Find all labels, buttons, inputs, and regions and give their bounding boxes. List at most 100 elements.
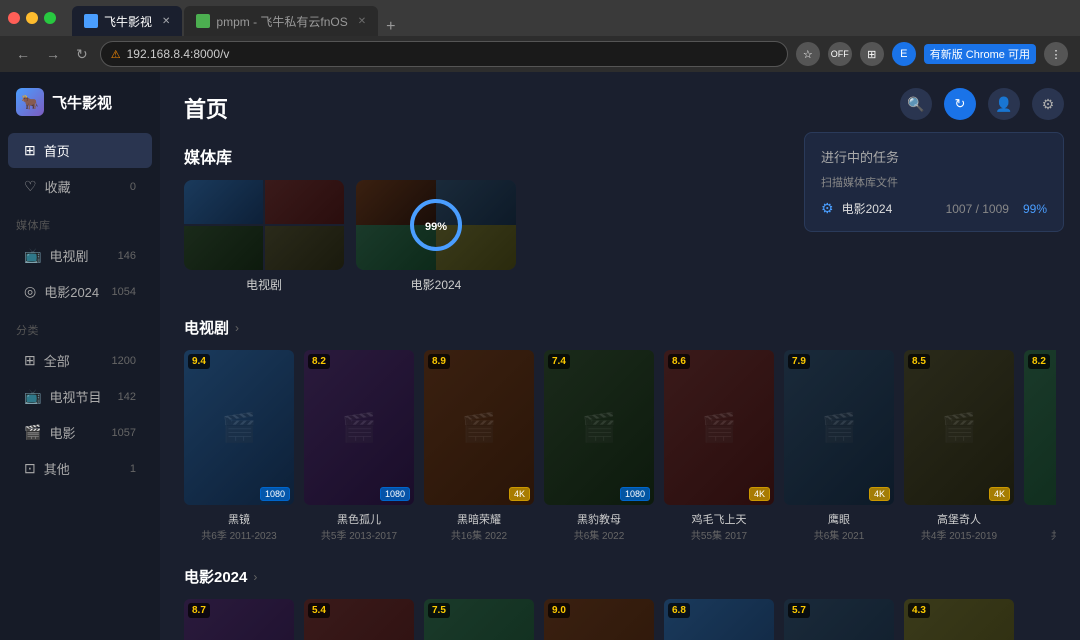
- tv-show-meta: 共6季 2011-2023: [184, 527, 294, 542]
- tv-show-rating: 8.2: [308, 354, 330, 369]
- library-card-movies2024[interactable]: 99% 电影2024: [356, 180, 516, 293]
- settings-icon[interactable]: ⚙: [1032, 88, 1064, 120]
- tv-show-badge: 1080: [380, 487, 410, 501]
- reload-button[interactable]: ↻: [72, 44, 92, 65]
- movie-poster: 🎬 5.7: [784, 599, 894, 640]
- app-container: 🐂 飞牛影视 ⊞ 首页 ♡ 收藏 0 媒体库 📺 电视剧 146 ◎ 电影202…: [0, 72, 1080, 640]
- back-button[interactable]: ←: [12, 44, 34, 64]
- browser-titlebar: 飞牛影视 ✕ pmpm - 飞牛私有云fnOS ✕ +: [0, 0, 1080, 36]
- tv2-icon: 📺: [24, 388, 41, 405]
- tab-favicon-pmpm: [196, 14, 210, 28]
- sidebar-item-tvprograms[interactable]: 📺 电视节目 142: [8, 379, 152, 414]
- sidebar-item-movies[interactable]: 🎬 电影 1057: [8, 415, 152, 450]
- movie-poster: 🎬 7.5: [424, 599, 534, 640]
- tv-show-rating: 8.9: [428, 354, 450, 369]
- tab-pmpm[interactable]: pmpm - 飞牛私有云fnOS ✕: [184, 6, 378, 36]
- tv-show-poster: 🎬 8.2 1080: [304, 350, 414, 505]
- heart-icon: ♡: [24, 178, 37, 195]
- sidebar-item-favorites[interactable]: ♡ 收藏 0: [8, 169, 152, 204]
- sidebar-item-tvshows[interactable]: 📺 电视剧 146: [8, 238, 152, 273]
- sidebar-item-home[interactable]: ⊞ 首页: [8, 133, 152, 168]
- movie-card[interactable]: 🎬 9.0 龙猫: [544, 599, 654, 640]
- sidebar-item-movies2024[interactable]: ◎ 电影2024 1054: [8, 274, 152, 309]
- sync-icon[interactable]: ↻: [944, 88, 976, 120]
- tv-show-title: 风吹半夏: [1024, 511, 1056, 527]
- film-icon: 🎬: [24, 424, 41, 441]
- tv-show-poster: 🎬 8.2 4K: [1024, 350, 1056, 505]
- tab-close-feiniu[interactable]: ✕: [162, 16, 170, 27]
- library-thumb-1: [184, 180, 263, 224]
- sidebar-item-favorites-label: 收藏: [45, 177, 71, 196]
- tv-show-card[interactable]: 🎬 7.4 1080 黑豹教母 共6集 2022: [544, 350, 654, 542]
- tv-show-card[interactable]: 🎬 8.9 4K 黑暗荣耀 共16集 2022: [424, 350, 534, 542]
- library-section-header: 媒体库: [0, 205, 160, 237]
- browser-tabs: 飞牛影视 ✕ pmpm - 飞牛私有云fnOS ✕ +: [72, 0, 1072, 36]
- movies-section-arrow[interactable]: ›: [253, 570, 257, 584]
- tv-show-card[interactable]: 🎬 8.5 4K 高堡奇人 共4季 2015-2019: [904, 350, 1014, 542]
- sidebar-item-movies-label: 电影: [49, 423, 75, 442]
- movie-card[interactable]: 🎬 4.3 曝光行动: [904, 599, 1014, 640]
- tv-show-card[interactable]: 🎬 8.6 4K 鸡毛飞上天 共55集 2017: [664, 350, 774, 542]
- tv-show-rating: 7.9: [788, 354, 810, 369]
- movie-rating: 4.3: [908, 603, 930, 618]
- tab-feiniu[interactable]: 飞牛影视 ✕: [72, 6, 182, 36]
- tv-show-card[interactable]: 🎬 8.2 1080 黑色孤儿 共5季 2013-2017: [304, 350, 414, 542]
- tv-show-rating: 8.5: [908, 354, 930, 369]
- task-percent: 99%: [1023, 202, 1047, 216]
- library-card-tvshows[interactable]: 电视剧: [184, 180, 344, 293]
- tv-show-card[interactable]: 🎬 9.4 1080 黑镜 共6季 2011-2023: [184, 350, 294, 542]
- tab-close-pmpm[interactable]: ✕: [358, 16, 366, 27]
- window-maximize-button[interactable]: [44, 12, 56, 24]
- new-tab-button[interactable]: +: [380, 18, 401, 36]
- menu-button[interactable]: ⋮: [1044, 42, 1068, 66]
- forward-button[interactable]: →: [42, 44, 64, 64]
- task-popup-title: 进行中的任务: [821, 147, 1047, 166]
- window-minimize-button[interactable]: [26, 12, 38, 24]
- tv-show-meta: 共36集 2022: [1024, 527, 1056, 542]
- disc-icon: ◎: [24, 283, 36, 300]
- sidebar-item-home-label: 首页: [44, 141, 70, 160]
- window-close-button[interactable]: [8, 12, 20, 24]
- tv-show-badge: 1080: [260, 487, 290, 501]
- tab-label-feiniu: 飞牛影视: [104, 13, 152, 30]
- sidebar-item-all[interactable]: ⊞ 全部 1200: [8, 343, 152, 378]
- tv-show-card[interactable]: 🎬 7.9 4K 鹰眼 共6集 2021: [784, 350, 894, 542]
- tv-show-rating: 7.4: [548, 354, 570, 369]
- sidebar-item-other[interactable]: ⊡ 其他 1: [8, 451, 152, 486]
- tv-show-title: 黑色孤儿: [304, 511, 414, 527]
- movie-card[interactable]: 🎬 8.7 黑客帝国：矩阵重装: [184, 599, 294, 640]
- top-action-icons: 🔍 ↻ 👤 ⚙: [900, 88, 1064, 120]
- tv-show-meta: 共55集 2017: [664, 527, 774, 542]
- tv-show-badge: 4K: [869, 487, 890, 501]
- user-icon[interactable]: 👤: [988, 88, 1020, 120]
- movies-section-title: 电影2024: [184, 566, 247, 587]
- movie-rating: 6.8: [668, 603, 690, 618]
- movie-card[interactable]: 🎬 5.4 黑豹2: [304, 599, 414, 640]
- browser-window-controls: [8, 12, 56, 24]
- chrome-update-badge[interactable]: 有新版 Chrome 可用: [924, 44, 1036, 64]
- home-icon: ⊞: [24, 142, 36, 159]
- bookmark-button[interactable]: ☆: [796, 42, 820, 66]
- extensions-button[interactable]: ⊞: [860, 42, 884, 66]
- movie-card[interactable]: 🎬 5.7 SVART KRABBA: [784, 599, 894, 640]
- tv-show-title: 鸡毛飞上天: [664, 511, 774, 527]
- task-popup-subtitle: 扫描媒体库文件: [821, 174, 1047, 190]
- browser-chrome: 飞牛影视 ✕ pmpm - 飞牛私有云fnOS ✕ + ← → ↻ ⚠ 192.…: [0, 0, 1080, 72]
- tv-show-card[interactable]: 🎬 8.2 4K 风吹半夏 共36集 2022: [1024, 350, 1056, 542]
- sidebar-item-other-label: 其他: [44, 459, 70, 478]
- tv-show-poster: 🎬 9.4 1080: [184, 350, 294, 505]
- library-thumb-2: [265, 180, 344, 224]
- tv-section-arrow[interactable]: ›: [235, 321, 239, 335]
- address-bar[interactable]: ⚠ 192.168.8.4:8000/v: [100, 41, 788, 67]
- grid-icon: ⊞: [24, 352, 36, 369]
- movie-rating: 5.7: [788, 603, 810, 618]
- movie-card[interactable]: 🎬 6.8 ...: [664, 599, 774, 640]
- tv-show-poster: 🎬 7.9 4K: [784, 350, 894, 505]
- tv-show-title: 黑豹教母: [544, 511, 654, 527]
- extension-off-button[interactable]: OFF: [828, 42, 852, 66]
- address-text: 192.168.8.4:8000/v: [127, 47, 230, 61]
- profile-button[interactable]: E: [892, 42, 916, 66]
- search-icon[interactable]: 🔍: [900, 88, 932, 120]
- tv-show-title: 高堡奇人: [904, 511, 1014, 527]
- movie-card[interactable]: 🎬 7.5 龙猫: [424, 599, 534, 640]
